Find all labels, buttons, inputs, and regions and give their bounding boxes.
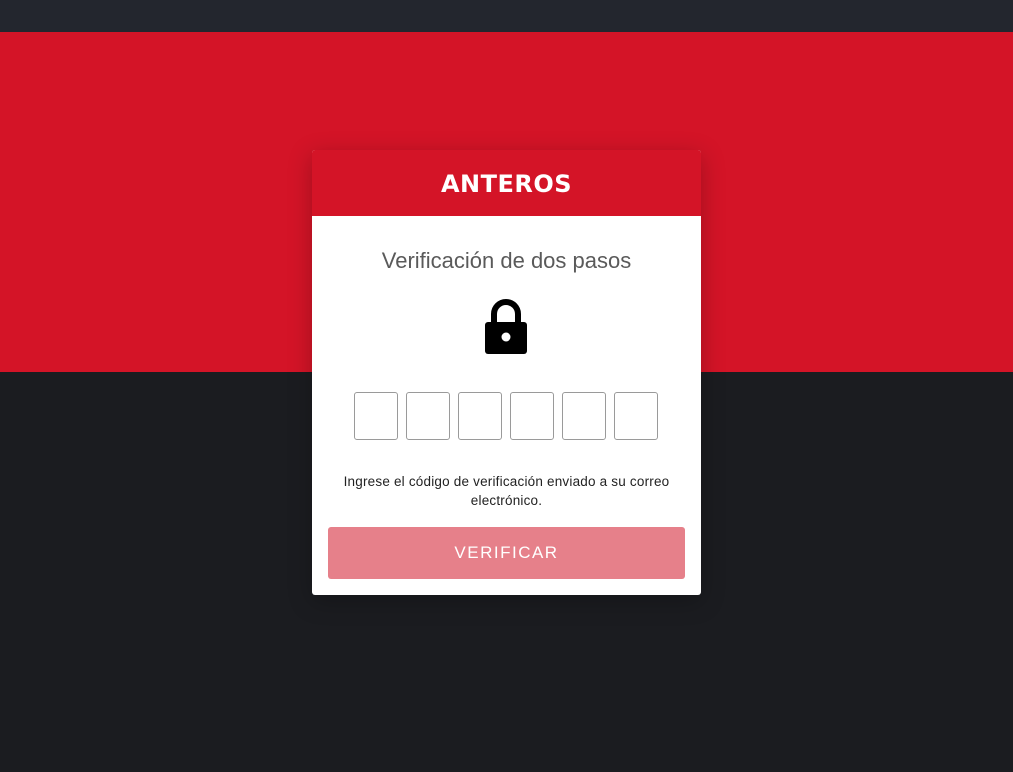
code-digit-6[interactable] [614, 392, 658, 440]
verification-card: ANTEROS Verificación de dos pasos Ingres… [312, 150, 701, 595]
code-input-group [354, 392, 658, 440]
verify-button[interactable]: VERIFICAR [328, 527, 685, 579]
helper-text: Ingrese el código de verificación enviad… [343, 474, 670, 508]
code-digit-1[interactable] [354, 392, 398, 440]
lock-icon [485, 299, 527, 354]
code-digit-5[interactable] [562, 392, 606, 440]
brand-logo: ANTEROS [440, 170, 573, 198]
code-digit-2[interactable] [406, 392, 450, 440]
code-digit-4[interactable] [510, 392, 554, 440]
code-digit-3[interactable] [458, 392, 502, 440]
page-title: Verificación de dos pasos [381, 248, 632, 273]
card-header: ANTEROS [312, 150, 701, 216]
top-bar [0, 0, 1013, 32]
